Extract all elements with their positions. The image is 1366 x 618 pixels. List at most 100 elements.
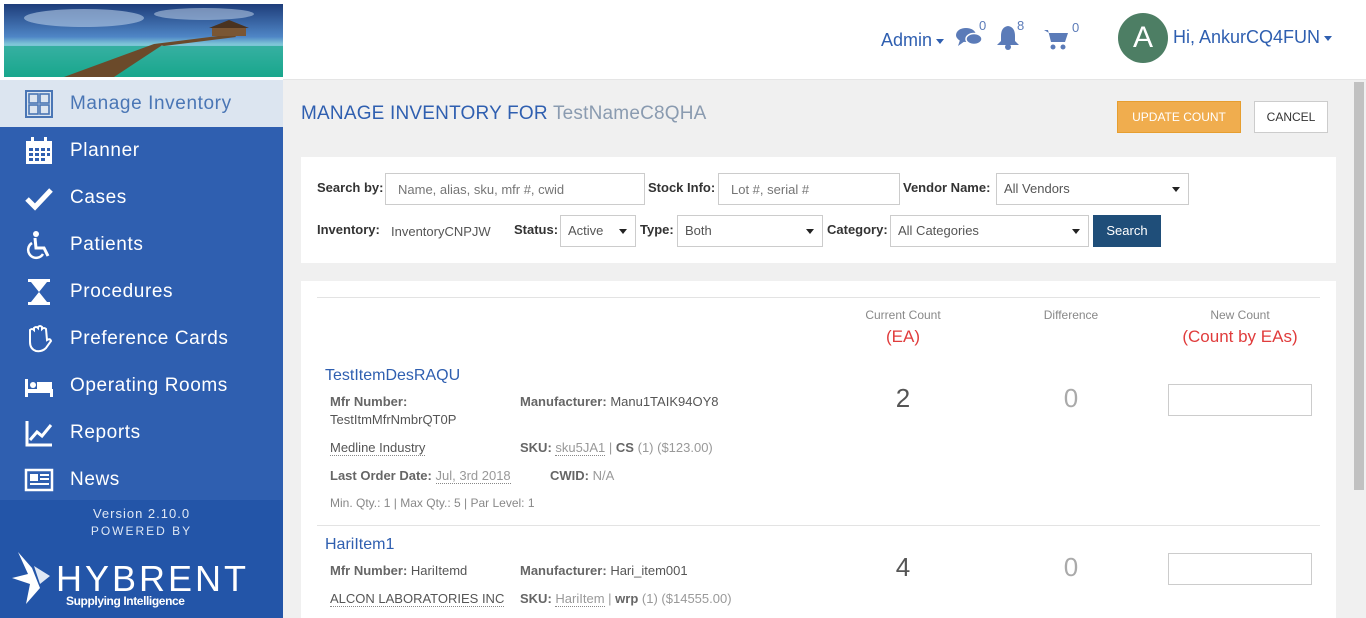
label: Mfr Number: (330, 394, 408, 409)
cart-button[interactable] (1043, 28, 1069, 55)
app-version: Version 2.10.0 (92, 506, 191, 521)
category-label: Category: (827, 222, 888, 237)
scrollbar-thumb[interactable] (1354, 82, 1364, 490)
last-order-value[interactable]: Jul, 3rd 2018 (435, 468, 511, 484)
chart-icon (22, 418, 56, 448)
current-count-header: Current Count (865, 308, 941, 322)
mfr-number: Mfr Number: HariItemd (330, 563, 467, 578)
sidebar-item-preference-cards[interactable]: Preference Cards (0, 315, 283, 362)
new-count-header: New Count (1210, 308, 1270, 322)
status-select[interactable]: Active (560, 215, 636, 247)
inventory-list-panel: Current Count (EA) Difference New Count … (301, 281, 1336, 618)
vendor-select-value: All Vendors (1004, 181, 1070, 196)
user-menu[interactable]: Hi, AnkurCQ4FUN (1173, 27, 1333, 48)
cancel-button[interactable]: CANCEL (1254, 101, 1328, 133)
vendor-name: ALCON LABORATORIES INC (330, 591, 505, 607)
sidebar-item-operating-rooms[interactable]: Operating Rooms (0, 362, 283, 409)
admin-label: Admin (881, 30, 933, 50)
update-count-button[interactable]: UPDATE COUNT (1117, 101, 1241, 133)
stock-info-label: Stock Info: (648, 180, 716, 195)
sidebar-item-label: Patients (70, 233, 144, 255)
sidebar-item-manage-inventory[interactable]: Manage Inventory (0, 80, 283, 127)
page-scrollbar[interactable] (1352, 80, 1366, 618)
sidebar-item-label: Preference Cards (70, 327, 229, 349)
caret-down-icon (1324, 35, 1333, 41)
cwid: CWID: N/A (550, 468, 614, 483)
sidebar-item-label: Manage Inventory (70, 92, 232, 114)
search-button[interactable]: Search (1093, 215, 1161, 247)
difference-header: Difference (1043, 308, 1099, 322)
hourglass-icon (22, 277, 56, 307)
filter-panel: Search by: Stock Info: Vendor Name: All … (301, 157, 1336, 263)
bed-icon (22, 371, 56, 401)
checkmark-icon (22, 183, 56, 213)
inventory-value: InventoryCNPJW (391, 224, 491, 239)
page-title: MANAGE INVENTORY FOR TestNameC8QHA (301, 103, 707, 125)
sku-value[interactable]: sku5JA1 (555, 440, 606, 456)
search-input[interactable] (385, 173, 645, 205)
cwid-value: N/A (592, 468, 615, 483)
vendor-link[interactable]: ALCON LABORATORIES INC (330, 591, 505, 607)
sidebar-item-label: Procedures (70, 280, 174, 302)
dropdown-arrow-icon (619, 229, 627, 234)
vendor-name: Medline Industry (330, 440, 426, 456)
newspaper-icon (22, 465, 56, 495)
caret-down-icon (936, 38, 945, 44)
type-select[interactable]: Both (677, 215, 823, 247)
sidebar-item-planner[interactable]: Planner (0, 127, 283, 174)
item-name-link[interactable]: TestItemDesRAQU (325, 367, 460, 385)
header-banner-image (4, 4, 283, 77)
sidebar-item-label: Operating Rooms (70, 374, 228, 396)
new-count-input[interactable] (1168, 553, 1312, 585)
admin-menu[interactable]: Admin (881, 30, 945, 51)
label: Mfr Number: (330, 563, 408, 578)
sidebar: Manage Inventory Planner Cases Patients … (0, 0, 283, 618)
page-title-text: MANAGE INVENTORY FOR (301, 103, 548, 124)
top-bar: Admin 0 8 0 A Hi, AnkurCQ4FUN (283, 0, 1366, 80)
avatar[interactable]: A (1118, 13, 1168, 63)
inventory-name: TestNameC8QHA (552, 103, 707, 124)
sidebar-item-label: News (70, 468, 120, 490)
mfr-number-value: HariItemd (410, 563, 468, 578)
inventory-label: Inventory: (317, 222, 380, 237)
sidebar-item-reports[interactable]: Reports (0, 409, 283, 456)
notifications-count: 8 (1017, 18, 1025, 33)
manage-inventory-icon (22, 89, 56, 119)
manufacturer-value: Hari_item001 (610, 563, 688, 578)
stock-info-input[interactable] (718, 173, 900, 205)
difference-value: 0 (1063, 383, 1079, 413)
calendar-icon (22, 136, 56, 166)
sidebar-item-cases[interactable]: Cases (0, 174, 283, 221)
vendor-link[interactable]: Medline Industry (330, 440, 426, 456)
sku-value[interactable]: HariItem (555, 591, 605, 607)
wheelchair-icon (22, 230, 56, 260)
label: Last Order Date: (330, 468, 432, 483)
type-label: Type: (640, 222, 674, 237)
vendor-select[interactable]: All Vendors (996, 173, 1189, 205)
dropdown-arrow-icon (1172, 187, 1180, 192)
search-by-label: Search by: (317, 180, 384, 195)
manufacturer: Manufacturer: Hari_item001 (520, 563, 688, 578)
sidebar-item-patients[interactable]: Patients (0, 221, 283, 268)
status-label: Status: (514, 222, 559, 237)
sidebar-item-label: Reports (70, 421, 141, 443)
user-greeting: Hi, AnkurCQ4FUN (1173, 27, 1321, 47)
sidebar-item-label: Planner (70, 139, 140, 161)
uom-label: wrp (615, 591, 639, 606)
messages-count: 0 (979, 18, 987, 33)
current-count-value: 4 (895, 552, 911, 582)
label: Manufacturer: (520, 563, 607, 578)
divider (317, 525, 1320, 526)
difference-value: 0 (1063, 552, 1079, 582)
sidebar-item-news[interactable]: News (0, 456, 283, 503)
sidebar-item-procedures[interactable]: Procedures (0, 268, 283, 315)
sku-info: SKU: sku5JA1 | CS (1) ($123.00) (520, 440, 713, 456)
category-select-value: All Categories (898, 223, 979, 238)
new-count-input[interactable] (1168, 384, 1312, 416)
item-name-link[interactable]: HariItem1 (325, 536, 394, 554)
category-select[interactable]: All Categories (890, 215, 1089, 247)
manufacturer: Manufacturer: Manu1TAIK94OY8 (520, 394, 718, 409)
cart-count: 0 (1072, 20, 1080, 35)
label: Manufacturer: (520, 394, 607, 409)
cart-icon (1044, 30, 1068, 50)
